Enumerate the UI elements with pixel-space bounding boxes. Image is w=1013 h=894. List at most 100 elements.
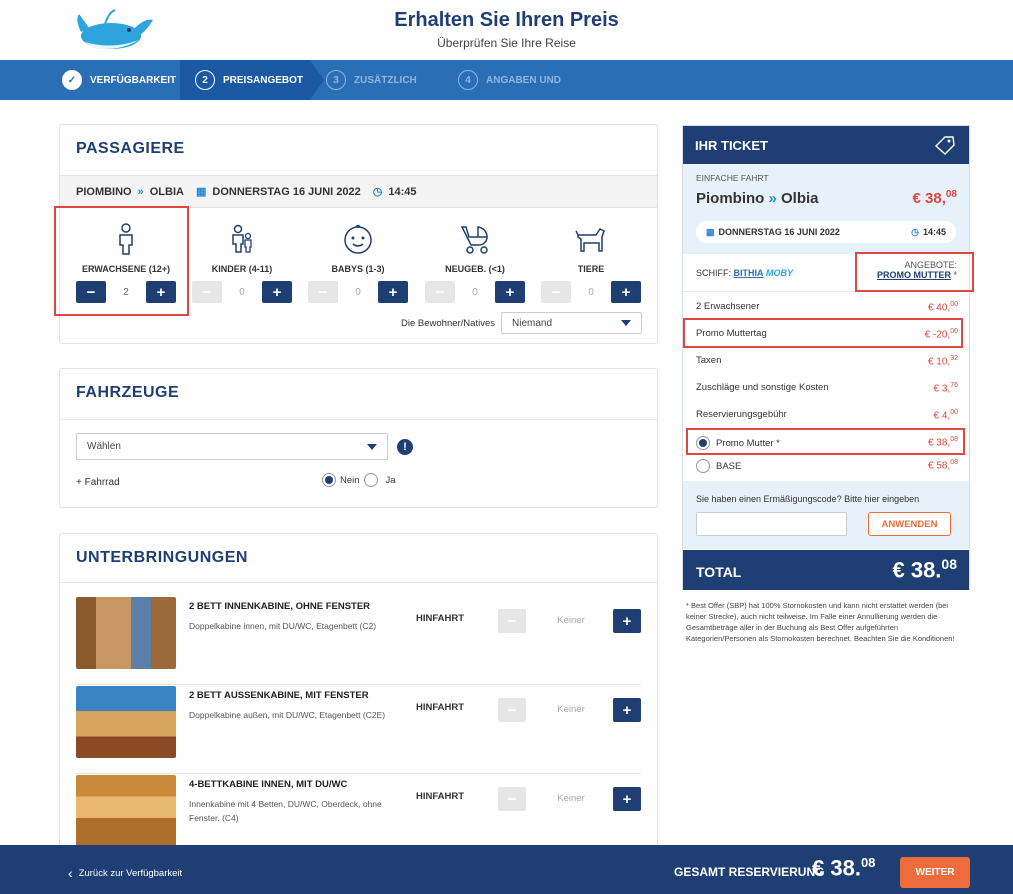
cabin-description: Doppelkabine außen, mit DU/WC, Etagenbet… [189,710,386,720]
passengers-heading: PASSAGIERE [76,140,185,157]
cabin-plus-button[interactable]: + [613,787,641,811]
trip-time: 14:45 [922,227,946,237]
baby-face-icon [344,224,372,254]
chevron-left-icon: ‹ [68,865,73,881]
price-line-cents: 76 [950,382,958,389]
newborns-plus-button[interactable]: + [495,281,525,303]
trip-to: Olbia [781,190,819,207]
step-availability[interactable]: ✓ VERFÜGBARKEIT [62,60,176,100]
vehicle-select-value: Wählen [87,441,121,452]
bike-label: + Fahrrad [76,477,120,488]
bottom-bar: ‹ Zurück zur Verfügbarkeit GESAMT RESERV… [0,845,1013,894]
calendar-icon: ▦ [706,226,715,237]
bike-no-radio[interactable] [322,473,336,487]
trip-type: EINFACHE FAHRT [696,173,769,183]
route-bar: PIOMBINO » OLBIA ▦ DONNERSTAG 16 JUNI 20… [60,175,657,208]
fare-amount: € 58, [927,460,951,472]
highlight-box [686,428,965,455]
children-plus-button[interactable]: + [262,281,292,303]
ticket-header: IHR TICKET [683,126,969,164]
trip-route: Piombino » Olbia [696,190,819,207]
cabin-direction: HINFAHRT [416,613,465,624]
pax-newborns: NEUGEB. (<1) − 0 + [420,223,530,303]
next-button[interactable]: WEITER [900,857,970,888]
babies-minus-button[interactable]: − [308,281,338,303]
babies-plus-button[interactable]: + [378,281,408,303]
pets-count: 0 [588,286,594,298]
bike-yes-radio[interactable] [363,473,378,487]
accommodations-card: UNTERBRINGUNGEN 2 BETT INNENKABINE, OHNE… [59,533,658,863]
cabin-plus-button[interactable]: + [613,609,641,633]
cabin-photo[interactable] [76,686,176,758]
pets-plus-button[interactable]: + [611,281,641,303]
newborns-count: 0 [472,286,478,298]
cabin-minus-button[interactable]: − [498,787,526,811]
checkmark-icon: ✓ [62,70,82,90]
route-date: DONNERSTAG 16 JUNI 2022 [212,185,361,198]
step-details[interactable]: 4 ANGABEN UND [458,60,561,100]
trip-price: € 38,08 [913,189,958,207]
price-line-label: Taxen [696,355,722,366]
price-line: Zuschläge und sonstige Kosten € 3,76 [696,382,958,395]
total-label: TOTAL [696,564,742,580]
highlight-box [855,252,974,292]
ticket-summary: EINFACHE FAHRT Piombino » Olbia € 38,08 … [683,164,969,254]
page-subtitle: Überprüfen Sie Ihre Reise [437,36,576,50]
pets-minus-button[interactable]: − [541,281,571,303]
trip-datetime: ▦ DONNERSTAG 16 JUNI 2022 ◷ 14:45 [696,221,956,243]
price-line-cents: 00 [950,301,958,308]
page-title: Erhalten Sie Ihren Preis [394,9,619,31]
vehicle-select[interactable]: Wählen [76,433,388,460]
cabin-name: 4-BETTKABINE INNEN, MIT DU/WC [189,779,348,790]
cabin-minus-button[interactable]: − [498,698,526,722]
ticket-panel: IHR TICKET EINFACHE FAHRT Piombino » Olb… [682,125,970,590]
price-line-amount: € 4, [933,410,951,422]
cabin-photo[interactable] [76,775,176,847]
bike-no-label: Nein [340,474,360,486]
apply-button[interactable]: ANWENDEN [868,512,951,536]
total-price-main: € 38. [892,557,942,583]
residents-select[interactable]: Niemand [501,312,642,334]
discount-code-input[interactable] [696,512,847,536]
cabin-direction: HINFAHRT [416,791,465,802]
ship-label: SCHIFF: [696,268,731,278]
highlight-box [683,318,963,348]
newborns-minus-button[interactable]: − [425,281,455,303]
fare-radio[interactable] [696,459,710,473]
clock-icon: ◷ [372,186,383,198]
back-link[interactable]: ‹ Zurück zur Verfügbarkeit [68,865,182,881]
footer-total-label: GESAMT RESERVIERUNG [674,865,825,879]
cabin-plus-button[interactable]: + [613,698,641,722]
double-chevron-icon: » [768,190,777,207]
pax-pets: TIERE − 0 + [536,223,646,303]
step-number: 2 [195,70,215,90]
cabin-count: Keiner [557,704,585,715]
info-icon[interactable]: ! [397,439,413,455]
step-number: 3 [326,70,346,90]
step-price-offer[interactable]: 2 PREISANGEBOT [180,60,310,100]
ship-name-link[interactable]: BITHIA [734,268,764,278]
child-icon [232,224,252,253]
price-line: Reservierungsgebühr € 4,00 [696,409,958,422]
cabin-photo[interactable] [76,597,176,669]
chevron-down-icon [621,320,631,326]
cabin-minus-button[interactable]: − [498,609,526,633]
vehicles-card: FAHRZEUGE Wählen ! + Fahrrad Nein Ja [59,368,658,508]
price-line: 2 Erwachsener € 40,00 [696,301,958,313]
step-extras[interactable]: 3 ZUSÄTZLICH [326,60,417,100]
ship-info: SCHIFF: BITHIA MOBY [696,268,793,278]
price-line-label: Zuschläge und sonstige Kosten [696,382,829,393]
route-to: OLBIA [149,185,184,198]
price-line: Taxen € 10,32 [696,355,958,367]
children-minus-button[interactable]: − [192,281,222,303]
price-line-amount: € 3, [933,383,951,395]
fare-option[interactable]: BASE € 58,08 [696,459,958,473]
step-label: PREISANGEBOT [223,74,304,86]
route-time: 14:45 [388,185,417,198]
route-from: PIOMBINO [76,185,132,198]
residents-label: Die Bewohner/Natives [401,318,495,329]
price-line-label: 2 Erwachsener [696,301,760,312]
step-label: ANGABEN UND [486,74,561,86]
accommodations-heading: UNTERBRINGUNGEN [76,549,248,566]
cabin-description: Doppelkabine innen, mit DU/WC, Etagenbet… [189,621,377,631]
